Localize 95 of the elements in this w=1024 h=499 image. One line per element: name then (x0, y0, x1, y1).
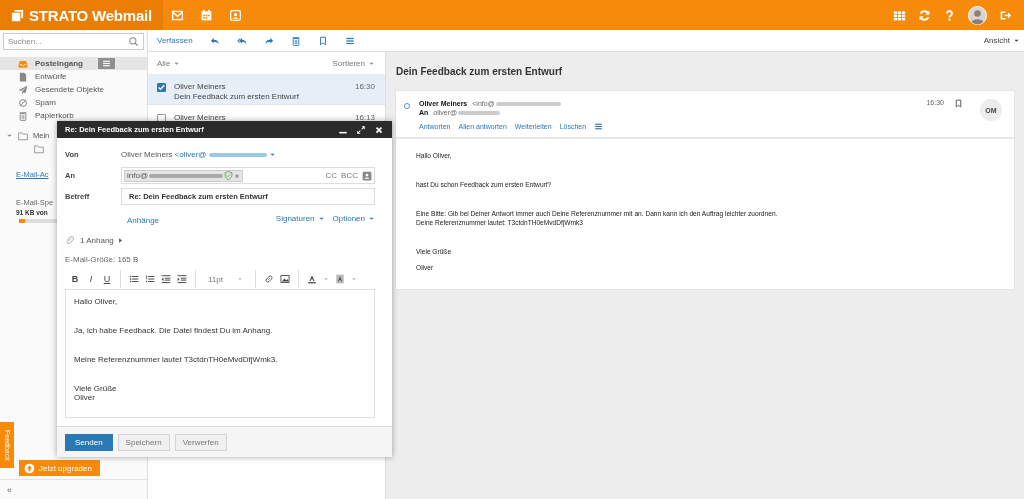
image-icon[interactable] (280, 274, 290, 284)
action-button[interactable]: Senden (65, 433, 113, 451)
menu-icon[interactable] (594, 122, 604, 131)
filter-dropdown[interactable]: Alle (157, 58, 181, 68)
search-icon[interactable] (128, 36, 139, 47)
expand-icon[interactable] (356, 124, 366, 135)
caret-icon (1013, 37, 1020, 44)
paperclip-icon (65, 235, 74, 245)
font-size-dropdown[interactable]: 11pt (204, 274, 247, 284)
blurred-address (495, 101, 561, 106)
folder-item[interactable]: Spam (0, 96, 147, 109)
menu-icon (102, 59, 111, 68)
body-text: Hallo Oliver, (74, 297, 119, 306)
contacts-icon[interactable] (229, 8, 242, 22)
sent-icon (18, 84, 28, 95)
view-dropdown[interactable]: Ansicht (983, 36, 1020, 45)
logo-mark-icon (10, 7, 25, 23)
caret-icon[interactable] (6, 132, 13, 139)
folder-item[interactable]: Gesendete Objekte (0, 83, 147, 96)
time-text: 16:13 (354, 113, 375, 122)
close-icon[interactable] (374, 124, 384, 135)
logo: STRATO Webmail (10, 6, 153, 24)
drafts-icon (18, 71, 28, 82)
folder-item[interactable]: Posteingang (0, 57, 147, 70)
avatar-icon[interactable] (968, 5, 987, 25)
spam-icon (18, 97, 28, 108)
grid-icon[interactable] (893, 8, 906, 22)
action-button[interactable]: Speichern (117, 433, 170, 451)
remove-icon[interactable] (234, 172, 241, 179)
sender-dropdown[interactable]: Oliver Meiners <oliver@ (121, 150, 276, 159)
sender-name: Oliver Meiners (174, 82, 227, 92)
forward-icon[interactable] (263, 35, 274, 46)
menu-icon[interactable] (344, 35, 355, 46)
bullet-list-icon[interactable] (129, 274, 139, 284)
time-text: 16:30 (354, 82, 375, 91)
sort-dropdown[interactable]: Sortieren (332, 58, 375, 68)
refresh-icon[interactable] (918, 8, 931, 22)
signatures-dropdown[interactable]: Signaturen (275, 213, 325, 223)
outdent-icon[interactable] (161, 274, 171, 284)
blurred-address (458, 110, 501, 115)
compose-button[interactable]: Verfassen (157, 36, 193, 45)
blurred-address (208, 152, 267, 157)
bookmark-icon[interactable] (317, 35, 328, 46)
message-editor[interactable]: Hallo Oliver, Ja, ich habe Feedback. Die Datei findest Du im Anhang. Meine Referenznummer lautet T3ctdnTH0eMvdDfjWmk3. Viele Grüße Oliver (65, 289, 375, 418)
folder-icon (18, 130, 28, 141)
collapse-button[interactable]: « (7, 484, 12, 495)
folder-icon (34, 143, 44, 154)
subject-text: Dein Feedback zum ersten Entwurf (174, 92, 300, 102)
reply-icon[interactable] (209, 35, 220, 46)
trash-icon (18, 110, 28, 121)
help-icon[interactable] (943, 8, 956, 22)
address-book-icon[interactable] (362, 170, 372, 181)
body-text: Ja, ich habe Feedback. Die Datei findest Du im Anhang. (74, 326, 274, 335)
folder-item[interactable]: Papierkorb (0, 109, 147, 122)
recipient-field[interactable]: info@ CC BCC (121, 167, 375, 184)
search-field[interactable]: Suchen... (3, 33, 144, 50)
checkbox[interactable] (157, 83, 166, 92)
indent-icon[interactable] (177, 274, 187, 284)
message-row[interactable]: Oliver Meiners Dein Feedback zum ersten Entwurf 16:30 (148, 74, 385, 105)
attachment-toggle[interactable]: 1 Anhang (80, 235, 124, 245)
cc-link[interactable]: CC (325, 171, 338, 180)
body-text: Viele Grüße (74, 384, 118, 393)
folder-item[interactable]: Entwürfe (0, 70, 147, 83)
format-button[interactable]: U (102, 274, 112, 284)
reply-all-icon[interactable] (236, 35, 247, 46)
sender-name: Oliver Meiners (174, 113, 227, 123)
inbox-icon (18, 58, 28, 69)
caret-icon (116, 236, 124, 244)
caret-icon (237, 276, 243, 282)
body-text: Oliver (74, 393, 96, 402)
shield-icon (224, 171, 234, 180)
highlight-color-icon[interactable] (335, 274, 345, 284)
options-dropdown[interactable]: Optionen (332, 213, 375, 223)
mail-icon[interactable] (171, 8, 184, 22)
body-text: Meine Referenznummer lautet T3ctdnTH0eMvdDfjWmk3. (74, 355, 279, 364)
status-circle-icon (403, 102, 411, 110)
format-button[interactable]: B (70, 274, 80, 284)
message-title: Dein Feedback zum ersten Entwurf (395, 64, 564, 79)
action-button[interactable]: Verwerfen (174, 433, 227, 451)
bookmark-icon[interactable] (954, 99, 963, 108)
recipient-tag[interactable]: info@ (124, 169, 244, 182)
bcc-link[interactable]: BCC (341, 171, 358, 180)
check-icon (157, 83, 166, 92)
size-text: E-Mail-Größe: 165 B (65, 253, 140, 266)
calendar-icon[interactable] (200, 8, 213, 22)
logout-icon[interactable] (999, 8, 1012, 22)
attachments-link[interactable]: Anhänge (127, 216, 160, 225)
numbered-list-icon[interactable] (145, 274, 155, 284)
arrow-up-icon (24, 462, 35, 474)
trash-icon[interactable] (290, 35, 301, 46)
format-button[interactable]: I (86, 274, 96, 284)
folder-menu-button[interactable] (98, 58, 115, 69)
link-icon[interactable] (264, 274, 274, 284)
text-color-icon[interactable] (307, 274, 317, 284)
caret-icon (268, 151, 276, 158)
